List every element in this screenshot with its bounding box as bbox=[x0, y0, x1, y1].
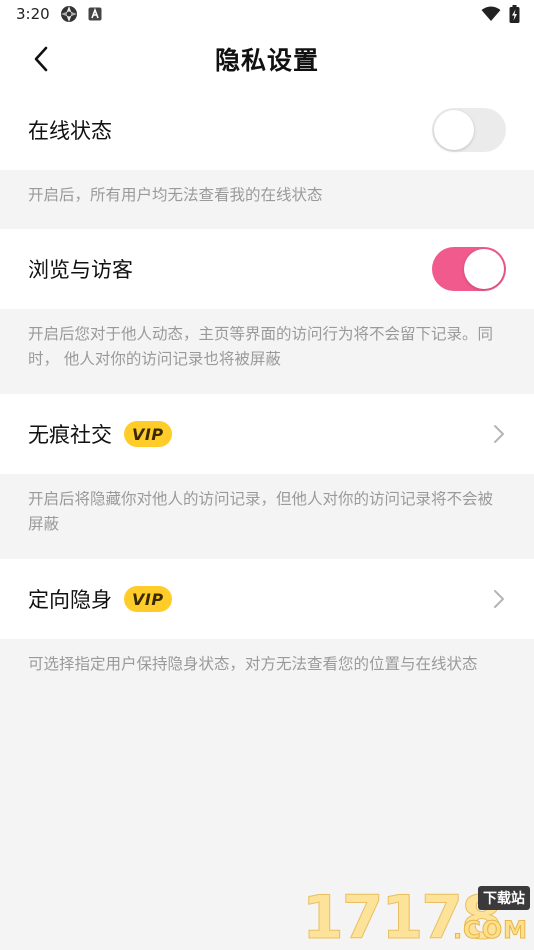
setting-row-traceless-social[interactable]: 无痕社交 VIP bbox=[0, 394, 534, 474]
status-right bbox=[481, 5, 520, 23]
a-notification-icon bbox=[88, 7, 102, 21]
watermark-suffix: .COM bbox=[452, 916, 528, 945]
setting-control bbox=[432, 108, 506, 152]
setting-label: 在线状态 bbox=[28, 119, 112, 143]
watermark-site: 下载站 bbox=[478, 886, 530, 910]
browsing-visitors-toggle[interactable] bbox=[432, 247, 506, 291]
status-left: 3:20 bbox=[16, 5, 102, 23]
wifi-icon bbox=[481, 6, 501, 22]
setting-label: 无痕社交 bbox=[28, 423, 112, 447]
setting-row-online-status: 在线状态 bbox=[0, 90, 534, 170]
toggle-knob bbox=[464, 249, 504, 289]
setting-control bbox=[492, 589, 506, 609]
chevron-right-icon bbox=[494, 590, 504, 608]
setting-control bbox=[492, 424, 506, 444]
online-status-toggle[interactable] bbox=[432, 108, 506, 152]
aperture-icon bbox=[60, 5, 78, 23]
toggle-knob bbox=[434, 110, 474, 150]
back-button[interactable] bbox=[24, 42, 58, 76]
status-time: 3:20 bbox=[16, 5, 50, 23]
status-bar: 3:20 bbox=[0, 0, 534, 28]
setting-control bbox=[432, 247, 506, 291]
vip-badge: VIP bbox=[124, 421, 172, 447]
vip-badge: VIP bbox=[124, 586, 172, 612]
setting-label: 浏览与访客 bbox=[28, 258, 133, 282]
chevron-left-icon bbox=[34, 46, 48, 72]
nav-bar: 隐私设置 bbox=[0, 28, 534, 90]
battery-charging-icon bbox=[509, 5, 520, 23]
site-watermark: 17178 下载站 .COM bbox=[302, 886, 532, 950]
chevron-right-icon bbox=[494, 425, 504, 443]
setting-label: 定向隐身 bbox=[28, 588, 112, 612]
setting-row-browsing-visitors: 浏览与访客 bbox=[0, 229, 534, 309]
setting-row-targeted-invisibility[interactable]: 定向隐身 VIP bbox=[0, 559, 534, 639]
setting-description: 开启后您对于他人动态，主页等界面的访问行为将不会留下记录。同时， 他人对你的访问… bbox=[28, 325, 494, 368]
page-title: 隐私设置 bbox=[214, 46, 319, 75]
setting-description: 开启后，所有用户均无法查看我的在线状态 bbox=[28, 186, 323, 204]
setting-description: 可选择指定用户保持隐身状态，对方无法查看您的位置与在线状态 bbox=[28, 655, 478, 673]
setting-description: 开启后将隐藏你对他人的访问记录，但他人对你的访问记录将不会被屏蔽 bbox=[28, 490, 494, 533]
